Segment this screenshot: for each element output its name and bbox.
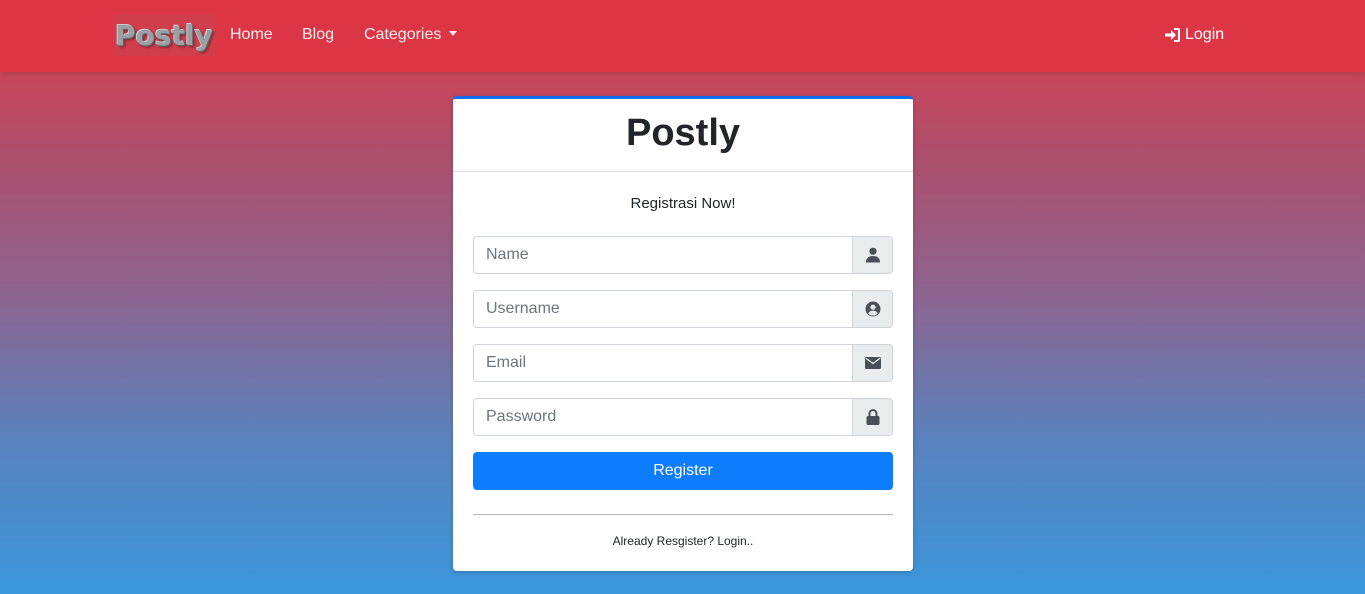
brand-text: Postly [115, 18, 213, 52]
card-title: Postly [625, 111, 741, 154]
nav-blog-link[interactable]: Blog [302, 25, 334, 45]
divider [473, 514, 893, 515]
brand-logo[interactable]: Postly [113, 14, 215, 56]
email-field-group [473, 344, 893, 382]
password-field-group [473, 398, 893, 436]
nav-home-link[interactable]: Home [230, 25, 273, 45]
nav-login-label: Login [1185, 26, 1225, 43]
user-circle-icon [852, 291, 892, 327]
register-card: Postly Registrasi Now! Register Already … [453, 96, 913, 571]
card-subtitle: Registrasi Now! [630, 195, 736, 212]
lock-icon [852, 399, 892, 435]
email-input[interactable] [474, 345, 852, 381]
caret-down-icon [449, 31, 458, 36]
envelope-icon [852, 345, 892, 381]
navbar: Postly Home Blog Categories Login [0, 0, 1365, 72]
username-field-group [473, 290, 893, 328]
sign-in-icon [1165, 28, 1180, 42]
user-icon [852, 237, 892, 273]
password-input[interactable] [474, 399, 852, 435]
name-field-group [473, 236, 893, 274]
username-input[interactable] [474, 291, 852, 327]
login-prompt-link[interactable]: Already Resgister? Login.. [453, 534, 913, 548]
card-header: Postly [453, 99, 913, 172]
nav-login-link[interactable]: Login [1164, 25, 1224, 45]
register-button[interactable]: Register [473, 452, 893, 490]
name-input[interactable] [474, 237, 852, 273]
nav-categories-dropdown[interactable]: Categories [364, 25, 458, 45]
nav-categories-label: Categories [364, 26, 442, 43]
